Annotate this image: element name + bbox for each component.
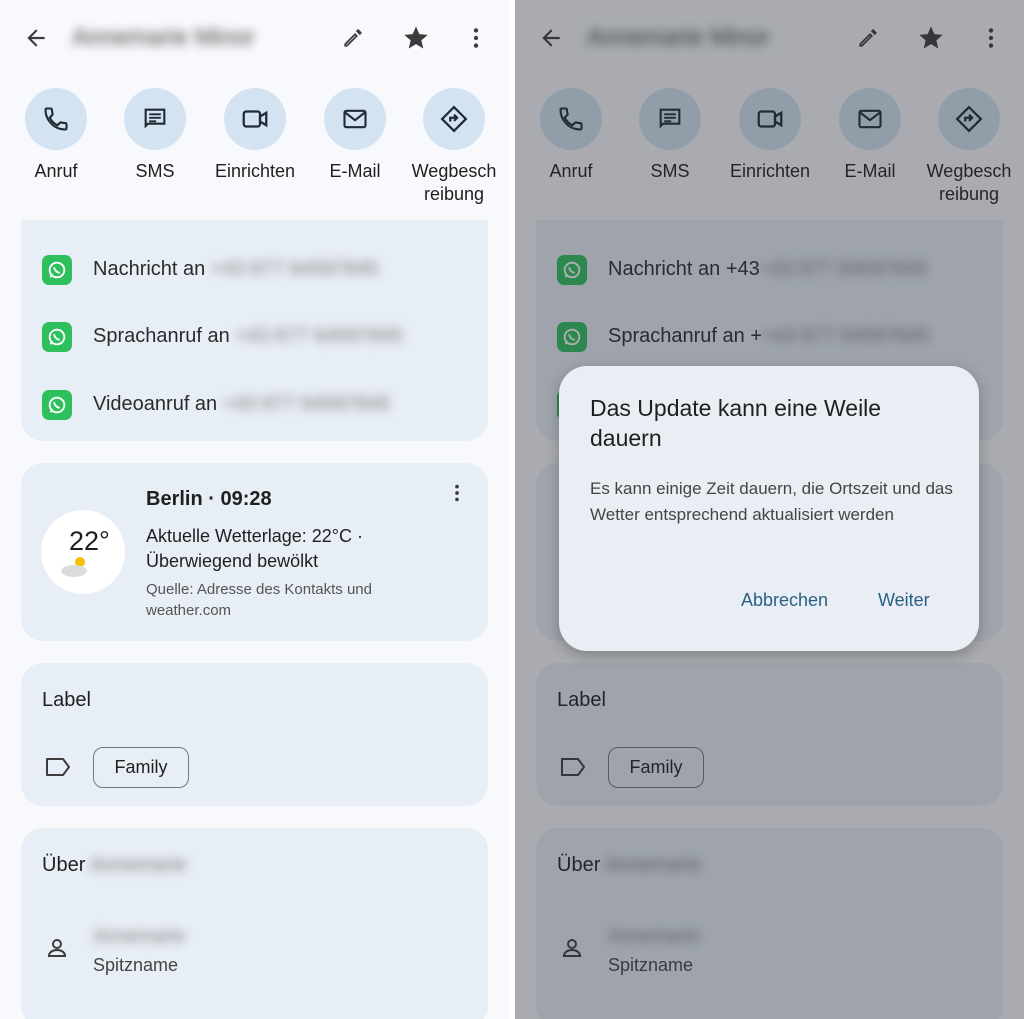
weather-badge: 22° xyxy=(41,510,125,594)
about-contact-name: Annemarie xyxy=(89,854,187,876)
dialog-body: Es kann einige Zeit dauern, die Ortszeit… xyxy=(590,479,953,524)
whatsapp-icon xyxy=(48,328,66,346)
action-label: Einrichten xyxy=(214,161,296,181)
more-vert-icon xyxy=(455,484,459,502)
weather-more-button[interactable] xyxy=(445,481,469,505)
phone-number: +43 677 64597845 xyxy=(235,325,403,347)
video-icon xyxy=(242,110,268,128)
pencil-icon xyxy=(344,29,362,47)
nickname-label: Spitzname xyxy=(93,955,179,975)
message-icon xyxy=(144,108,166,129)
directions-icon xyxy=(440,105,468,133)
edit-button[interactable] xyxy=(333,18,373,58)
action-label: Anruf xyxy=(34,161,78,181)
action-label: SMS xyxy=(135,161,175,181)
row-prefix: Sprachanruf an xyxy=(93,325,236,347)
label-icon xyxy=(46,758,70,776)
whatsapp-video-row[interactable]: Videoanruf an +43 677 64597845 xyxy=(21,383,488,427)
phone-number: +43 677 64597845 xyxy=(210,258,379,280)
action-label: E-Mail xyxy=(329,161,381,181)
row-prefix: Nachricht an xyxy=(93,258,211,280)
whatsapp-message-row[interactable]: Nachricht an +43 677 64597845 xyxy=(21,248,488,292)
call-action[interactable]: Anruf xyxy=(6,88,106,183)
action-label: Wegbesch reibung xyxy=(411,161,497,204)
whatsapp-icon xyxy=(48,261,66,279)
more-options-button[interactable] xyxy=(456,18,496,58)
nickname-value: Annemarie xyxy=(93,926,185,947)
row-prefix: Videoanruf an xyxy=(93,393,223,415)
email-action[interactable]: E-Mail xyxy=(305,88,405,183)
update-dialog: Das Update kann eine Weile dauern Es kan… xyxy=(559,366,979,651)
cloudy-sun-icon xyxy=(61,557,87,577)
labels-title: Label xyxy=(42,689,91,711)
contact-name: Annemarie Minor xyxy=(72,24,255,51)
temperature: 22° xyxy=(69,526,110,556)
person-icon xyxy=(47,939,67,957)
dialog-title: Das Update kann eine Weile dauern xyxy=(590,395,882,451)
weather-description: Aktuelle Wetterlage: 22°C · Überwiegend … xyxy=(146,526,363,571)
weather-card[interactable]: 22° Berlin · 09:28 Aktuelle Wetterlage: … xyxy=(21,463,488,641)
sms-action[interactable]: SMS xyxy=(105,88,205,183)
label-chip-family[interactable]: Family xyxy=(93,747,189,788)
star-icon xyxy=(404,26,428,49)
directions-action[interactable]: Wegbesch reibung xyxy=(404,88,504,206)
back-button[interactable] xyxy=(16,18,56,58)
about-title: Über Annemarie xyxy=(42,854,187,877)
mail-icon xyxy=(343,109,367,129)
contact-screen: Annemarie Minor Anruf SMS Einrichten E-M… xyxy=(0,0,509,1019)
video-action[interactable]: Einrichten xyxy=(205,88,305,183)
top-app-bar: Annemarie Minor xyxy=(0,0,509,76)
cancel-button[interactable]: Abbrechen xyxy=(741,590,828,611)
whatsapp-icon xyxy=(48,396,66,414)
arrow-back-icon xyxy=(27,29,45,47)
continue-button[interactable]: Weiter xyxy=(878,590,930,611)
phone-icon xyxy=(44,107,68,131)
about-card: Über Annemarie Annemarie Spitzname xyxy=(21,828,488,1019)
about-title-prefix: Über xyxy=(42,854,90,876)
more-vert-icon xyxy=(473,28,479,48)
favorite-button[interactable] xyxy=(396,18,436,58)
whatsapp-voice-row[interactable]: Sprachanruf an +43 677 64597845 xyxy=(21,315,488,359)
weather-location-time: Berlin · 09:28 xyxy=(146,488,272,510)
weather-source: Quelle: Adresse des Kontakts und weather… xyxy=(146,581,372,619)
labels-card: Label Family xyxy=(21,663,488,806)
phone-number: +43 677 64597845 xyxy=(222,393,391,415)
contact-screen-with-dialog: Annemarie Minor Anruf SMS Einrichten E-M… xyxy=(515,0,1024,1019)
quick-actions: Anruf SMS Einrichten E-Mail Wegbesch rei… xyxy=(0,88,509,218)
whatsapp-card: Nachricht an +43 677 64597845 Sprachanru… xyxy=(21,220,488,441)
